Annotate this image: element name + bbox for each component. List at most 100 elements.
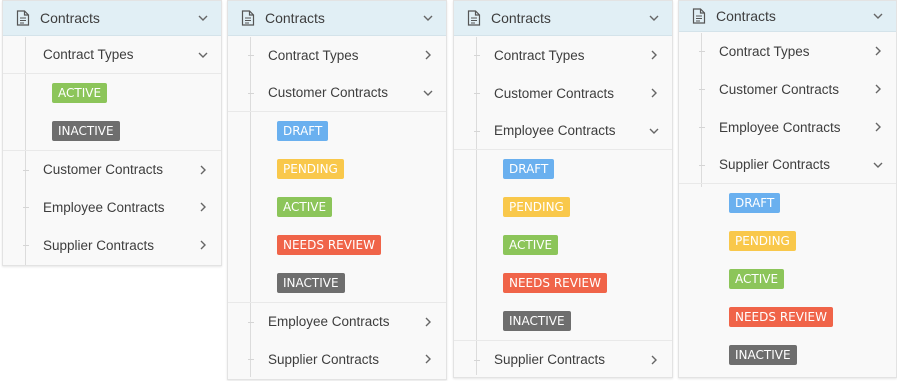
menu-item-contract-types[interactable]: Contract Types	[679, 32, 896, 70]
tree-connector	[248, 359, 254, 360]
tree-connector	[248, 92, 254, 94]
status-badge-active[interactable]: ACTIVE	[52, 83, 108, 103]
menu-item-label: Employee Contracts	[43, 199, 165, 215]
menu-item-label: Customer Contracts	[494, 85, 615, 101]
menu-item-label: Supplier Contracts	[719, 157, 831, 172]
document-icon	[467, 10, 481, 26]
status-badge-active[interactable]: ACTIVE	[277, 197, 333, 217]
menu-item-supplier-contracts[interactable]: Supplier Contracts	[3, 226, 221, 264]
chevron-right-icon	[422, 353, 434, 365]
status-badge-list: ACTIVE INACTIVE	[3, 74, 221, 150]
menu-item-label: Contract Types	[719, 43, 810, 59]
menu-item-customer-contracts[interactable]: Customer Contracts	[454, 74, 672, 112]
contracts-title: Contracts	[40, 10, 100, 26]
status-badge-inactive[interactable]: INACTIVE	[52, 121, 120, 141]
contracts-menu-panel-1: Contracts Contract Types ACTIVE INACTIVE…	[2, 0, 222, 266]
status-badge-needs-review[interactable]: NEEDS REVIEW	[277, 235, 381, 255]
menu-item-label: Contract Types	[43, 47, 134, 62]
status-badge-pending[interactable]: PENDING	[729, 231, 796, 251]
menu-item-label: Contract Types	[268, 47, 359, 63]
contracts-header[interactable]: Contracts	[228, 1, 446, 36]
chevron-right-icon	[872, 45, 884, 57]
status-badge-list: DRAFT PENDING ACTIVE NEEDS REVIEW INACTI…	[454, 150, 672, 340]
menu-item-supplier-contracts[interactable]: Supplier Contracts	[454, 340, 672, 378]
status-badge-inactive[interactable]: INACTIVE	[277, 273, 345, 293]
chevron-right-icon	[648, 87, 660, 99]
menu-item-supplier-contracts[interactable]: Supplier Contracts	[228, 340, 446, 378]
chevron-down-icon	[872, 159, 884, 171]
chevron-down-icon	[648, 125, 660, 137]
status-badge-inactive[interactable]: INACTIVE	[503, 311, 571, 331]
chevron-right-icon	[648, 49, 660, 61]
status-badge-list: DRAFT PENDING ACTIVE NEEDS REVIEW INACTI…	[679, 184, 896, 374]
chevron-right-icon	[197, 164, 209, 176]
contracts-header[interactable]: Contracts	[3, 1, 221, 36]
status-badge-list: DRAFT PENDING ACTIVE NEEDS REVIEW INACTI…	[228, 112, 446, 302]
status-badge-inactive[interactable]: INACTIVE	[729, 345, 797, 365]
contracts-menu-panel-2: Contracts Contract Types Customer Contra…	[227, 0, 447, 380]
chevron-right-icon	[197, 201, 209, 213]
contracts-header[interactable]: Contracts	[679, 1, 896, 32]
chevron-right-icon	[648, 354, 660, 366]
chevron-down-icon	[422, 87, 434, 99]
chevron-right-icon	[422, 316, 434, 328]
tree-connector	[23, 169, 29, 171]
menu-item-contract-types[interactable]: Contract Types	[228, 36, 446, 74]
chevron-down-icon[interactable]	[422, 12, 434, 24]
menu-item-customer-contracts[interactable]: Customer Contracts	[3, 150, 221, 188]
tree-connector	[474, 93, 480, 94]
contracts-title: Contracts	[265, 10, 325, 26]
status-badge-draft[interactable]: DRAFT	[729, 193, 781, 213]
document-icon	[692, 8, 706, 24]
contracts-title: Contracts	[716, 8, 776, 24]
tree-connector	[699, 51, 705, 52]
chevron-right-icon	[197, 239, 209, 251]
chevron-down-icon[interactable]	[648, 12, 660, 24]
chevron-right-icon	[872, 121, 884, 133]
menu-item-label: Employee Contracts	[494, 123, 616, 138]
menu-item-label: Customer Contracts	[719, 81, 840, 97]
contracts-menu-panel-4: Contracts Contract Types Customer Contra…	[678, 0, 897, 378]
status-badge-draft[interactable]: DRAFT	[277, 121, 329, 141]
menu-item-label: Customer Contracts	[268, 85, 389, 100]
tree-connector	[699, 164, 705, 166]
menu-item-label: Supplier Contracts	[268, 351, 380, 367]
status-badge-active[interactable]: ACTIVE	[503, 235, 559, 255]
tree-connector	[248, 55, 254, 56]
menu-item-supplier-contracts[interactable]: Supplier Contracts	[679, 146, 896, 184]
menu-item-label: Contract Types	[494, 47, 585, 63]
menu-item-label: Employee Contracts	[268, 314, 390, 329]
chevron-down-icon	[197, 49, 209, 61]
menu-item-employee-contracts[interactable]: Employee Contracts	[454, 112, 672, 150]
menu-item-employee-contracts[interactable]: Employee Contracts	[228, 302, 446, 340]
status-badge-needs-review[interactable]: NEEDS REVIEW	[503, 273, 607, 293]
status-badge-pending[interactable]: PENDING	[503, 197, 570, 217]
tree-connector	[474, 130, 480, 132]
chevron-down-icon[interactable]	[197, 12, 209, 24]
chevron-right-icon	[422, 49, 434, 61]
tree-connector	[248, 321, 254, 323]
chevron-right-icon	[872, 83, 884, 95]
menu-item-employee-contracts[interactable]: Employee Contracts	[679, 108, 896, 146]
menu-item-customer-contracts[interactable]: Customer Contracts	[679, 70, 896, 108]
menu-item-contract-types[interactable]: Contract Types	[3, 36, 221, 74]
status-badge-draft[interactable]: DRAFT	[503, 159, 555, 179]
contracts-header[interactable]: Contracts	[454, 1, 672, 36]
contracts-title: Contracts	[491, 10, 551, 26]
menu-item-customer-contracts[interactable]: Customer Contracts	[228, 74, 446, 112]
menu-item-label: Supplier Contracts	[494, 352, 606, 367]
document-icon	[241, 10, 255, 26]
menu-item-label: Supplier Contracts	[43, 237, 155, 253]
tree-connector	[474, 55, 480, 56]
tree-connector	[699, 127, 705, 128]
status-badge-needs-review[interactable]: NEEDS REVIEW	[729, 307, 833, 327]
menu-item-label: Customer Contracts	[43, 162, 164, 177]
tree-connector	[23, 245, 29, 246]
status-badge-pending[interactable]: PENDING	[277, 159, 344, 179]
chevron-down-icon[interactable]	[872, 10, 884, 22]
tree-connector	[474, 359, 480, 361]
menu-item-employee-contracts[interactable]: Employee Contracts	[3, 188, 221, 226]
status-badge-active[interactable]: ACTIVE	[729, 269, 785, 289]
menu-item-contract-types[interactable]: Contract Types	[454, 36, 672, 74]
menu-item-label: Employee Contracts	[719, 119, 841, 135]
